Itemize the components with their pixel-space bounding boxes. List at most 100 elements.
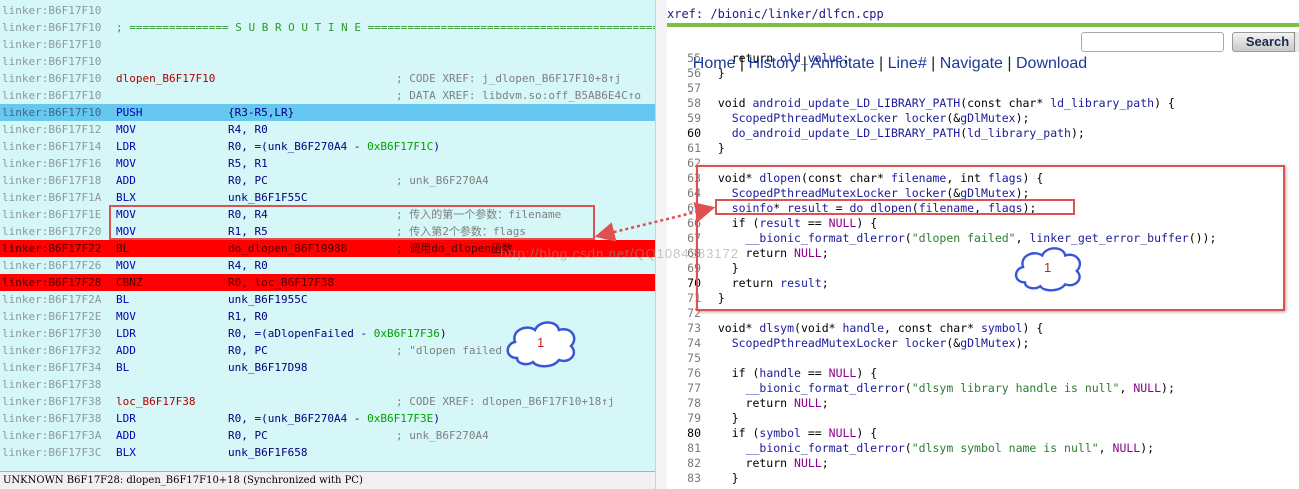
ida-operand-text: R4, R0 bbox=[228, 123, 268, 136]
ida-operand: R0, =(unk_B6F270A4 - 0xB6F17F1C) bbox=[228, 138, 440, 155]
ida-mnemonic: ADD bbox=[116, 344, 136, 357]
ida-address: linker:B6F17F38 bbox=[2, 412, 102, 425]
ida-mnemonic: BLX bbox=[116, 191, 136, 204]
ida-operand-text: R0, =(unk_B6F270A4 - bbox=[228, 412, 368, 425]
ida-comment: ; CODE XREF: dlopen_B6F17F10+18↑j bbox=[396, 395, 615, 408]
line-number-link[interactable]: 55 bbox=[681, 51, 701, 66]
ida-address: linker:B6F17F34 bbox=[2, 361, 102, 374]
line-number-link[interactable]: 78 bbox=[681, 396, 701, 411]
ida-line[interactable]: linker:B6F17F38 LDR R0, =(unk_B6F270A4 - 0… bbox=[0, 410, 655, 427]
ida-line[interactable]: linker:B6F17F18 ADD R0, PC ; unk_B6F270A4 bbox=[0, 172, 655, 189]
source-code-text: } bbox=[704, 66, 725, 80]
ida-line[interactable]: linker:B6F17F10 bbox=[0, 53, 655, 70]
ida-operand-text: R0, =(aDlopenFailed - bbox=[228, 327, 374, 340]
line-number-link[interactable]: 79 bbox=[681, 411, 701, 426]
ida-mnemonic: BL bbox=[116, 293, 130, 306]
ida-line[interactable]: linker:B6F17F10 PUSH {R3-R5,LR} bbox=[0, 104, 655, 121]
line-number-link[interactable]: 61 bbox=[681, 141, 701, 156]
ida-line[interactable]: linker:B6F17F10 dlopen_B6F17F10 ; CODE XRE… bbox=[0, 70, 655, 87]
ida-address: linker:B6F17F10 bbox=[2, 38, 102, 51]
ida-operand-text: R0, =(unk_B6F270A4 - bbox=[228, 140, 368, 153]
source-line: 82 return NULL; bbox=[667, 456, 1299, 471]
ida-line[interactable]: linker:B6F17F16 MOV R5, R1 bbox=[0, 155, 655, 172]
ida-address: linker:B6F17F30 bbox=[2, 327, 102, 340]
line-number-link[interactable]: 74 bbox=[681, 336, 701, 351]
ida-operand: unk_B6F1F55C bbox=[228, 189, 307, 206]
line-number-link[interactable]: 59 bbox=[681, 111, 701, 126]
ida-operand: unk_B6F1955C bbox=[228, 291, 307, 308]
ida-operand-hex: 0xB6F17F3E bbox=[367, 412, 434, 425]
ida-operand-close: ) bbox=[439, 327, 447, 340]
ida-operand: R4, R0 bbox=[228, 121, 268, 138]
line-number-link[interactable]: 77 bbox=[681, 381, 701, 396]
ida-address: linker:B6F17F10 bbox=[2, 4, 102, 17]
ida-operand: unk_B6F1F658 bbox=[228, 444, 307, 461]
watermark: http://blog.csdn.net/QQ1084283172 bbox=[500, 246, 739, 261]
ida-comment: ; CODE XREF: j_dlopen_B6F17F10+8↑j bbox=[396, 72, 622, 85]
source-code-text: } bbox=[704, 141, 725, 155]
source-line: 73 void* dlsym(void* handle, const char*… bbox=[667, 321, 1299, 336]
line-number-link[interactable]: 83 bbox=[681, 471, 701, 486]
source-line: 80 if (symbol == NULL) { bbox=[667, 426, 1299, 441]
line-number-link[interactable]: 57 bbox=[681, 81, 701, 96]
line-number-link[interactable]: 82 bbox=[681, 456, 701, 471]
source-code-text: __bionic_format_dlerror("dlsym symbol na… bbox=[745, 441, 1155, 455]
ida-subroutine-separator: ; =============== S U B R O U T I N E ==… bbox=[116, 21, 655, 34]
ida-line[interactable]: linker:B6F17F10 bbox=[0, 36, 655, 53]
ida-line[interactable]: linker:B6F17F10 ; DATA XREF: libdvm.so:of… bbox=[0, 87, 655, 104]
ida-address: linker:B6F17F20 bbox=[2, 225, 102, 238]
ida-line[interactable]: linker:B6F17F38 loc_B6F17F38 ; CODE XREF: … bbox=[0, 393, 655, 410]
ida-operand: do_dlopen_B6F19988 bbox=[228, 240, 347, 257]
ida-line[interactable]: linker:B6F17F10 bbox=[0, 2, 655, 19]
source-line: 74 ScopedPthreadMutexLocker locker(&gDlM… bbox=[667, 336, 1299, 351]
ida-line[interactable]: linker:B6F17F12 MOV R4, R0 bbox=[0, 121, 655, 138]
ida-address: linker:B6F17F2E bbox=[2, 310, 102, 323]
line-number-link[interactable]: 56 bbox=[681, 66, 701, 81]
ida-address: linker:B6F17F38 bbox=[2, 395, 102, 408]
source-code-text: return old_value; bbox=[704, 51, 850, 65]
ida-line[interactable]: linker:B6F17F3C BLX unk_B6F1F658 bbox=[0, 444, 655, 461]
ida-address: linker:B6F17F10 bbox=[2, 55, 102, 68]
ida-comment: ; unk_B6F270A4 bbox=[396, 174, 489, 187]
source-code-text: ScopedPthreadMutexLocker locker(&gDlMute… bbox=[731, 336, 1030, 350]
line-number-link[interactable]: 60 bbox=[681, 126, 701, 141]
ida-mnemonic: ADD bbox=[116, 429, 136, 442]
ida-line[interactable]: linker:B6F17F38 bbox=[0, 376, 655, 393]
ida-line[interactable]: linker:B6F17F1A BLX unk_B6F1F55C bbox=[0, 189, 655, 206]
ida-operand-text: do_dlopen_B6F19988 bbox=[228, 242, 348, 255]
search-input[interactable] bbox=[1081, 32, 1224, 52]
ida-line[interactable]: linker:B6F17F2A BL unk_B6F1955C bbox=[0, 291, 655, 308]
line-number-link[interactable]: 73 bbox=[681, 321, 701, 336]
line-number-link[interactable]: 80 bbox=[681, 426, 701, 441]
line-number-link[interactable]: 81 bbox=[681, 441, 701, 456]
ida-operand: R0, PC bbox=[228, 172, 268, 189]
pane-divider[interactable] bbox=[655, 0, 667, 489]
ida-address: linker:B6F17F18 bbox=[2, 174, 102, 187]
line-number-link[interactable]: 75 bbox=[681, 351, 701, 366]
ida-address: linker:B6F17F32 bbox=[2, 344, 102, 357]
source-code-text: } bbox=[704, 411, 739, 425]
line-number-link[interactable]: 58 bbox=[681, 96, 701, 111]
source-code-text: void* dlsym(void* handle, const char* sy… bbox=[704, 321, 1044, 335]
ida-line[interactable]: linker:B6F17F28 CBNZ R0, loc_B6F17F38 bbox=[0, 274, 655, 291]
ida-line[interactable]: linker:B6F17F14 LDR R0, =(unk_B6F270A4 - 0… bbox=[0, 138, 655, 155]
ida-line[interactable]: linker:B6F17F3A ADD R0, PC ; unk_B6F270A4 bbox=[0, 427, 655, 444]
source-line: 56 } bbox=[667, 66, 1299, 81]
source-line: 76 if (handle == NULL) { bbox=[667, 366, 1299, 381]
search-button[interactable]: Search bbox=[1232, 32, 1299, 52]
ida-address: linker:B6F17F3A bbox=[2, 429, 102, 442]
ida-operand-text: unk_B6F17D98 bbox=[228, 361, 308, 374]
ida-operand: R0, loc_B6F17F38 bbox=[228, 274, 334, 291]
ida-disassembly-view[interactable]: linker:B6F17F10 linker:B6F17F10 ; ========… bbox=[0, 0, 655, 489]
source-line: 78 return NULL; bbox=[667, 396, 1299, 411]
source-code-text: } bbox=[704, 471, 739, 485]
source-line: 60 do_android_update_LD_LIBRARY_PATH(ld_… bbox=[667, 126, 1299, 141]
ida-address: linker:B6F17F26 bbox=[2, 259, 102, 272]
line-number-link[interactable]: 76 bbox=[681, 366, 701, 381]
xref-path[interactable]: xref: /bionic/linker/dlfcn.cpp bbox=[667, 7, 884, 23]
cloud-label-left: 1 bbox=[537, 335, 545, 350]
ida-operand: R5, R1 bbox=[228, 155, 268, 172]
ida-mnemonic: MOV bbox=[116, 259, 136, 272]
ida-mnemonic: MOV bbox=[116, 310, 136, 323]
ida-line[interactable]: linker:B6F17F10 ; =============== S U B R… bbox=[0, 19, 655, 36]
